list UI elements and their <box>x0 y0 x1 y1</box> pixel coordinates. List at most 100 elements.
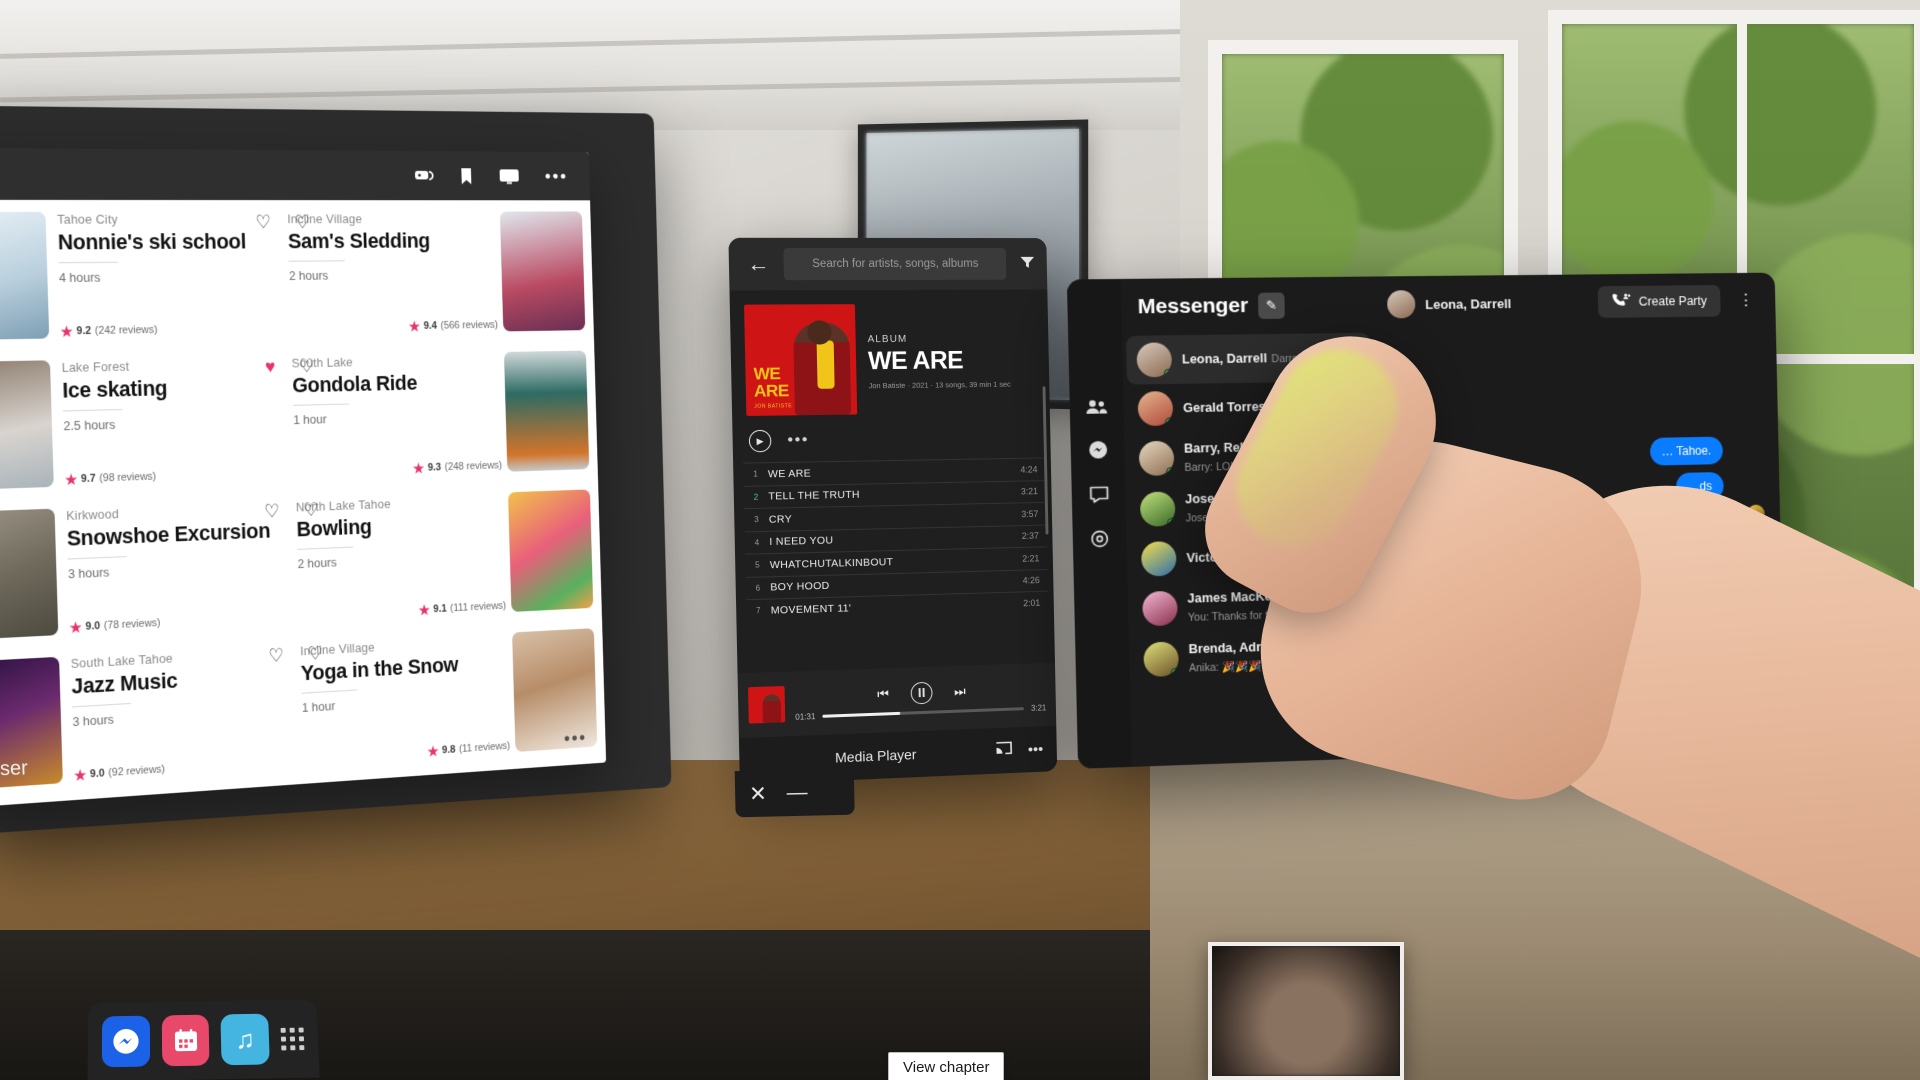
favorite-heart-icon[interactable]: ♡ <box>268 646 284 667</box>
avatar <box>1141 541 1177 577</box>
chat-icon[interactable] <box>1089 486 1109 504</box>
activity-card[interactable]: Incline Village Sam's Sledding 2 hours ★… <box>283 200 595 345</box>
activity-card[interactable]: South Lake Tahoe Jazz Music 3 hours ★ 9.… <box>0 632 301 800</box>
activity-info: South Lake Tahoe Jazz Music 3 hours <box>71 645 291 783</box>
more-options-icon[interactable] <box>545 173 566 179</box>
close-window-button[interactable]: ✕ <box>1397 722 1414 748</box>
favorite-heart-icon[interactable]: ♡ <box>307 644 323 665</box>
filter-icon[interactable] <box>1014 254 1036 274</box>
compose-message-button[interactable]: ✎ <box>1257 292 1285 320</box>
track-name: TELL THE TRUTH <box>768 488 860 503</box>
progress-slider[interactable] <box>822 706 1025 718</box>
star-icon: ★ <box>69 619 82 636</box>
album-art-head <box>807 320 832 345</box>
activities-app-window[interactable]: Tahoe City Nonnie's ski school 4 hours ★… <box>0 147 607 808</box>
conversation-list-item[interactable]: Brenda, Adrian, Anika... Anika: 🎉🎉🎉 <box>1133 628 1378 686</box>
messenger-header: Messenger ✎ <box>1125 277 1370 336</box>
activity-card[interactable]: Kirkwood Snowshoe Excursion 3 hours ★ 9.… <box>0 488 297 650</box>
ceiling-beam <box>0 26 1320 59</box>
activity-title: Bowling <box>296 514 373 542</box>
star-icon: ★ <box>60 323 73 340</box>
create-party-button[interactable]: Create Party <box>1597 284 1721 318</box>
divider <box>292 403 349 406</box>
settings-icon[interactable] <box>1090 529 1109 548</box>
vr-headset-icon[interactable] <box>414 168 434 183</box>
back-arrow-icon[interactable]: ← <box>741 251 776 276</box>
display-icon[interactable] <box>499 168 520 184</box>
track-number: 7 <box>756 606 761 616</box>
thread-more-options-icon[interactable]: ⋮ <box>1730 290 1762 309</box>
message-bubble: … Tahoe. <box>1649 436 1724 466</box>
conversation-preview: Joseph: Running 10 mins late fyi <box>1185 509 1340 525</box>
activity-thumbnail <box>508 489 594 612</box>
conversation-preview: Darrel: 👏👏👏 <box>1271 352 1346 366</box>
messenger-logo-icon[interactable] <box>1088 440 1108 460</box>
bookmark-icon[interactable] <box>460 167 474 185</box>
next-track-icon[interactable]: ⏭ <box>954 683 966 699</box>
conversation-list-item[interactable]: James MacKenna You: Thanks for the heads… <box>1132 578 1377 635</box>
conversation-list-item[interactable]: Victoria Peña Victoria: Gracias!! <box>1131 529 1376 583</box>
activities-more-options-icon[interactable]: ••• <box>564 728 587 751</box>
favorite-heart-icon[interactable]: ♡ <box>264 502 280 523</box>
activity-card[interactable]: South Lake Gondola Ride 1 hour ★ 9.3 (24… <box>287 339 598 489</box>
total-time: 3:21 <box>1031 702 1047 713</box>
suggested-reply-chip[interactable]: Up for a s… <box>1617 667 1708 702</box>
online-status-dot <box>1164 417 1174 427</box>
media-player-window[interactable]: ← Search for artists, songs, albums WE A… <box>728 237 1058 785</box>
track-name: BOY HOOD <box>770 580 830 594</box>
conversation-preview: Victoria: Gracias!! <box>1271 548 1356 564</box>
minimize-window-button[interactable]: — <box>786 781 807 805</box>
favorite-heart-icon[interactable]: ♡ <box>255 213 271 233</box>
conversation-list-item[interactable]: Gerald Torres You: Totally. Fri... <box>1127 381 1372 434</box>
activity-card[interactable]: Lake Forest Ice skating 2.5 hours ★ 9.7 … <box>0 344 292 500</box>
microphone-icon[interactable] <box>1585 677 1596 696</box>
favorite-heart-icon[interactable]: ♡ <box>303 500 319 521</box>
conversation-name: Gerald Torres <box>1182 399 1266 416</box>
divider <box>301 689 358 694</box>
search-input[interactable]: Search for artists, songs, albums <box>783 247 1007 281</box>
conversation-list-item[interactable]: Joseph Lyons Joseph: Running 10 mins lat… <box>1129 479 1374 535</box>
activity-title: Gondola Ride <box>291 370 418 398</box>
activity-duration: 2 hours <box>288 268 329 283</box>
calendar-app-icon[interactable] <box>161 1014 210 1067</box>
media-player-more-options-icon[interactable]: ••• <box>1028 741 1044 758</box>
people-icon[interactable] <box>1086 399 1108 414</box>
cast-icon[interactable] <box>996 741 1013 760</box>
track-number: 4 <box>754 537 760 548</box>
pause-button[interactable] <box>910 681 933 704</box>
view-chapter-tooltip[interactable]: View chapter <box>888 1052 1005 1080</box>
conversation-list-item[interactable]: Leona, Darrell Darrel: 👏👏👏 <box>1125 332 1371 385</box>
track-duration: 2:01 <box>1023 597 1041 608</box>
activity-card[interactable]: Incline Village Yoga in the Snow 1 hour … <box>296 616 606 777</box>
favorite-heart-icon[interactable]: ♥ <box>265 357 276 377</box>
messenger-app-icon[interactable] <box>101 1015 150 1068</box>
activity-info: Kirkwood Snowshoe Excursion 3 hours <box>66 500 287 634</box>
activity-card[interactable]: Tahoe City Nonnie's ski school 4 hours ★… <box>0 199 288 351</box>
music-app-icon[interactable]: ♫ <box>220 1013 270 1066</box>
conversation-list-item[interactable]: Barry, Rebecca, Anna... Barry: LOL <box>1128 429 1373 484</box>
activity-info: Lake Forest Ice skating 2.5 hours <box>61 356 282 486</box>
previous-track-icon[interactable]: ⏮ <box>877 686 889 702</box>
favorite-heart-icon[interactable]: ♡ <box>294 213 310 233</box>
album-art-collar <box>816 340 835 389</box>
minimize-window-button[interactable]: — <box>1433 722 1453 746</box>
activity-info: Incline Village Sam's Sledding 2 hours <box>283 212 492 335</box>
album-more-options-icon[interactable]: ••• <box>787 431 809 449</box>
activity-thumbnail <box>0 508 59 640</box>
online-status-dot <box>1170 667 1179 678</box>
activity-duration: 2 hours <box>297 554 338 571</box>
create-party-label: Create Party <box>1638 293 1708 309</box>
review-count: (78 reviews) <box>103 617 161 632</box>
album-hero: WE ARE JON BATISTE ALBUM WE ARE Jon Bati… <box>729 289 1049 422</box>
review-count: (11 reviews) <box>458 740 511 755</box>
app-drawer-icon[interactable] <box>280 1027 305 1050</box>
track-name: I NEED YOU <box>769 534 834 549</box>
online-status-dot <box>1163 368 1173 378</box>
divider <box>67 556 127 560</box>
close-window-button[interactable]: ✕ <box>749 781 767 806</box>
messenger-window[interactable]: Messenger ✎ Leona, Darrell Darrel: 👏👏👏 G… <box>1066 272 1786 769</box>
favorite-heart-icon[interactable]: ♡ <box>299 356 315 376</box>
activity-card[interactable]: North Lake Tahoe Bowling 2 hours ★ 9.1 (… <box>291 478 602 633</box>
play-button[interactable]: ▶ <box>748 429 772 453</box>
taskbar: ♫ <box>87 999 320 1080</box>
